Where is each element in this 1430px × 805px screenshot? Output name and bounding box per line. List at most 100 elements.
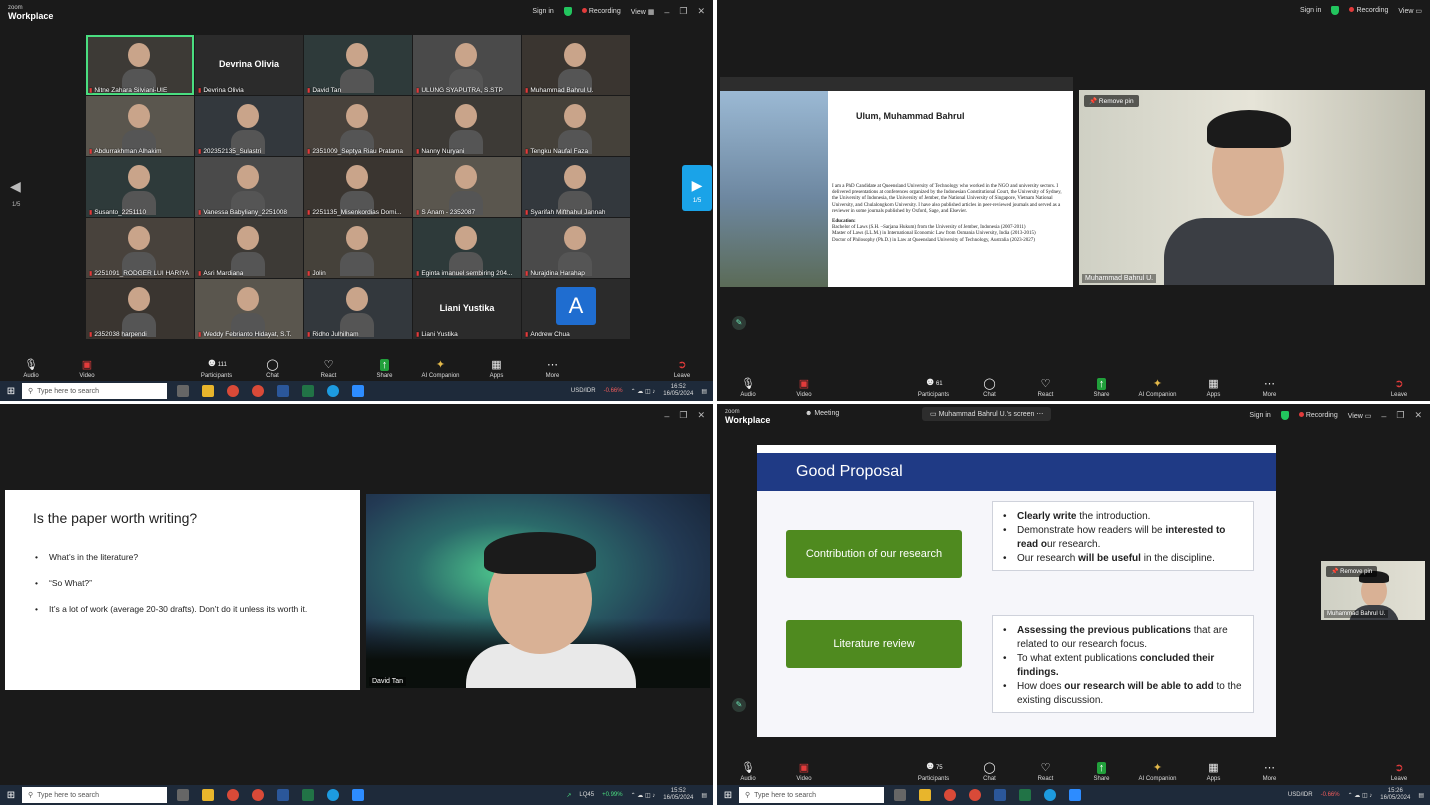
taskbar-search-input[interactable]: ⚲ Type here to search	[739, 787, 884, 803]
annotate-pencil-icon[interactable]: ✎	[732, 698, 746, 712]
clock[interactable]: 15:26 16/05/2024	[1380, 788, 1410, 802]
edge-icon[interactable]	[1044, 789, 1056, 801]
participant-tile[interactable]: 202352135_Sulastri	[195, 96, 303, 156]
chrome-icon-2[interactable]	[252, 385, 264, 397]
chat-button[interactable]: ◯ Chat	[973, 762, 1007, 782]
react-button[interactable]: ♡ React	[1029, 762, 1063, 782]
word-icon[interactable]	[994, 789, 1006, 801]
participant-tile[interactable]: Devrina Olivia Devrina Olivia	[195, 35, 303, 95]
participant-tile[interactable]: Nanny Nuryani	[413, 96, 521, 156]
tray-icons[interactable]: ⌃ ☁ ◫ ♪	[631, 792, 656, 799]
chrome-icon-2[interactable]	[969, 789, 981, 801]
leave-button[interactable]: ➲ Leave	[1382, 378, 1416, 398]
zoom-app-icon[interactable]	[352, 789, 364, 801]
next-page-button[interactable]: ▶ 1/5	[682, 165, 712, 211]
participant-tile[interactable]: S Anam - 2352087	[413, 157, 521, 217]
participant-tile[interactable]: Abdurrakhman Alhakim	[86, 96, 194, 156]
participant-tile[interactable]: Susanto_2251110	[86, 157, 194, 217]
restore-icon[interactable]: ❐	[679, 6, 687, 17]
task-view-icon[interactable]	[894, 789, 906, 801]
edge-icon[interactable]	[327, 385, 339, 397]
share-button[interactable]: ↑ Share	[1085, 762, 1119, 782]
ai-companion-button[interactable]: ✦ AI Companion	[421, 359, 459, 379]
chrome-icon[interactable]	[944, 789, 956, 801]
close-icon[interactable]: ✕	[1414, 410, 1422, 421]
excel-icon[interactable]	[302, 385, 314, 397]
task-view-icon[interactable]	[177, 789, 189, 801]
participant-tile[interactable]: 2251091_RODGER LUI HARIYA...	[86, 218, 194, 278]
participant-tile[interactable]: Weddy Febrianto Hidayat, S.T.	[195, 279, 303, 339]
view-button[interactable]: View ▦	[631, 8, 655, 16]
audio-button[interactable]: 🎙 Audio	[731, 762, 765, 782]
sign-in-link[interactable]: Sign in	[1249, 412, 1270, 419]
participant-tile[interactable]: A Andrew Chua	[522, 279, 630, 339]
minimize-icon[interactable]: –	[664, 411, 669, 421]
chrome-icon[interactable]	[227, 385, 239, 397]
close-icon[interactable]: ✕	[697, 6, 705, 17]
zoom-app-icon[interactable]	[352, 385, 364, 397]
close-icon[interactable]: ✕	[697, 410, 705, 421]
sign-in-link[interactable]: Sign in	[532, 8, 553, 15]
participant-tile[interactable]: Ridho Julhilham	[304, 279, 412, 339]
excel-icon[interactable]	[302, 789, 314, 801]
tray-icons[interactable]: ⌃ ☁ ◫ ♪	[1348, 792, 1373, 799]
recording-indicator[interactable]: Recording	[581, 8, 621, 15]
excel-icon[interactable]	[1019, 789, 1031, 801]
file-explorer-icon[interactable]	[202, 789, 214, 801]
prev-page-icon[interactable]: ◀	[10, 178, 21, 195]
react-button[interactable]: ♡ React	[312, 359, 346, 379]
apps-button[interactable]: ▦ Apps	[480, 359, 514, 379]
apps-button[interactable]: ▦ Apps	[1197, 762, 1231, 782]
screen-share-pill[interactable]: ▭ Muhammad Bahrul U.'s screen ⋯	[922, 407, 1052, 421]
word-icon[interactable]	[277, 789, 289, 801]
file-explorer-icon[interactable]	[202, 385, 214, 397]
restore-icon[interactable]: ❐	[1396, 410, 1404, 421]
share-button[interactable]: ↑ Share	[368, 359, 402, 379]
annotate-pencil-icon[interactable]: ✎	[732, 316, 746, 330]
more-button[interactable]: ⋯ More	[1253, 762, 1287, 782]
zoom-app-icon[interactable]	[1069, 789, 1081, 801]
participant-tile[interactable]: ULUNG SYAPUTRA, S.STP	[413, 35, 521, 95]
windows-start-icon[interactable]: ⊞	[0, 386, 22, 397]
chrome-icon-2[interactable]	[252, 789, 264, 801]
remove-pin-button[interactable]: 📌 Remove pin	[1326, 566, 1378, 577]
participant-tile[interactable]: Jolin	[304, 218, 412, 278]
recording-indicator[interactable]: Recording	[1349, 7, 1388, 14]
participant-tile[interactable]: Nitne Zahara Silviani-UIE	[86, 35, 194, 95]
notification-icon[interactable]: ▤	[1418, 792, 1424, 799]
participant-tile[interactable]: Muhammad Bahrul U.	[522, 35, 630, 95]
participants-button[interactable]: ☻111 Participants	[200, 357, 234, 379]
clock[interactable]: 15:52 16/05/2024	[663, 788, 693, 802]
participant-tile[interactable]: Nurajdina Harahap	[522, 218, 630, 278]
restore-icon[interactable]: ❐	[679, 410, 687, 421]
ai-companion-button[interactable]: ✦ AI Companion	[1138, 378, 1176, 398]
participant-tile[interactable]: Liani Yustika Liani Yustika	[413, 279, 521, 339]
participants-button[interactable]: ☻61 Participants	[917, 376, 951, 398]
chrome-icon[interactable]	[227, 789, 239, 801]
meeting-menu[interactable]: ☻ Meeting	[805, 410, 839, 417]
share-button[interactable]: ↑ Share	[1085, 378, 1119, 398]
participant-tile[interactable]: 2351009_Septya Riau Pratama	[304, 96, 412, 156]
participant-tile[interactable]: Tengku Naufal Faza	[522, 96, 630, 156]
participant-tile[interactable]: Vanessa Babyliany_2251008	[195, 157, 303, 217]
apps-button[interactable]: ▦ Apps	[1197, 378, 1231, 398]
participant-tile[interactable]: David Tan	[304, 35, 412, 95]
taskbar-search-input[interactable]: ⚲ Type here to search	[22, 787, 167, 803]
audio-button[interactable]: 🎙 Audio	[731, 378, 765, 398]
participant-tile[interactable]: 2251135_Misenkordias Domi...	[304, 157, 412, 217]
leave-button[interactable]: ➲ Leave	[665, 359, 699, 379]
windows-start-icon[interactable]: ⊞	[0, 790, 22, 801]
participant-tile[interactable]: Eginta imanuel sembiring 204...	[413, 218, 521, 278]
recording-indicator[interactable]: Recording	[1298, 412, 1338, 419]
participant-tile[interactable]: Syarifah Mifthahul Jannah	[522, 157, 630, 217]
react-button[interactable]: ♡ React	[1029, 378, 1063, 398]
taskbar-search-input[interactable]: ⚲ Type here to search	[22, 383, 167, 399]
view-button[interactable]: View ▭	[1348, 412, 1372, 420]
more-button[interactable]: ⋯ More	[536, 359, 570, 379]
more-button[interactable]: ⋯ More	[1253, 378, 1287, 398]
chat-button[interactable]: ◯ Chat	[973, 378, 1007, 398]
video-button[interactable]: ▣ Video	[787, 762, 821, 782]
windows-start-icon[interactable]: ⊞	[717, 790, 739, 801]
leave-button[interactable]: ➲ Leave	[1382, 762, 1416, 782]
video-button[interactable]: ▣ Video	[787, 378, 821, 398]
